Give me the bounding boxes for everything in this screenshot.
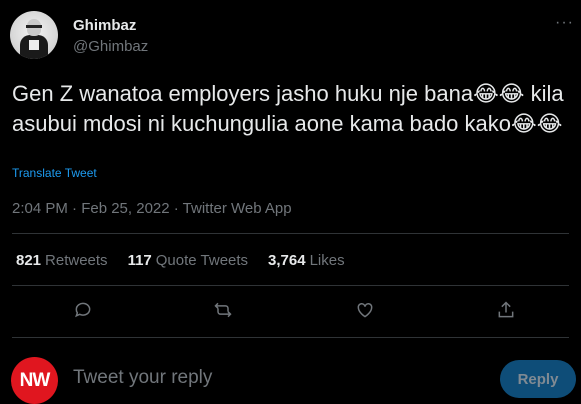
quote-tweets-count: 117	[127, 252, 152, 269]
reply-icon[interactable]	[73, 300, 97, 324]
retweets-count: 821	[16, 252, 42, 269]
retweet-icon[interactable]	[213, 300, 237, 324]
tweet-stats: 821 Retweets 117 Quote Tweets 3,764 Likes	[16, 252, 365, 269]
author-avatar[interactable]	[10, 11, 58, 59]
avatar-shirt-print	[29, 40, 39, 50]
divider	[12, 233, 569, 234]
author-name[interactable]: Ghimbaz	[73, 17, 136, 34]
like-icon[interactable]	[355, 300, 379, 324]
avatar-glasses	[26, 25, 42, 28]
author-handle[interactable]: @Ghimbaz	[73, 38, 148, 55]
divider	[12, 285, 569, 286]
likes-count: 3,764	[268, 252, 306, 269]
tweet-text: Gen Z wanatoa employers jasho huku nje b…	[12, 81, 564, 136]
tweet-timestamp[interactable]: 2:04 PM · Feb 25, 2022 · Twitter Web App	[12, 200, 292, 217]
likes-label: Likes	[309, 252, 345, 269]
likes-stat[interactable]: 3,764 Likes	[268, 252, 345, 269]
quote-tweets-stat[interactable]: 117 Quote Tweets	[128, 252, 248, 269]
retweets-stat[interactable]: 821 Retweets	[16, 252, 108, 269]
translate-tweet-link[interactable]: Translate Tweet	[12, 166, 97, 180]
quote-tweets-label: Quote Tweets	[155, 252, 249, 269]
divider	[12, 337, 569, 338]
share-icon[interactable]	[496, 300, 520, 324]
retweets-label: Retweets	[45, 252, 108, 269]
reply-button[interactable]: Reply	[500, 360, 576, 398]
more-options-icon[interactable]: ···	[555, 14, 574, 32]
reply-user-avatar: NW	[11, 357, 58, 404]
reply-input[interactable]	[73, 367, 473, 389]
